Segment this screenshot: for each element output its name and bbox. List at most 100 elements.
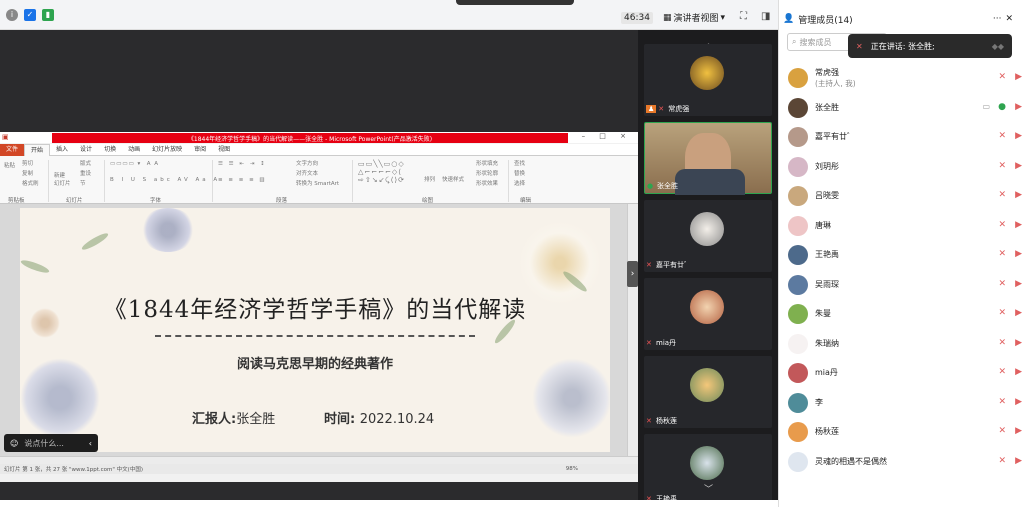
camera-icon[interactable]: ▶	[1015, 308, 1022, 318]
member-row[interactable]: 张全胜 ▭ ● ▶	[788, 96, 1024, 120]
select-button[interactable]: 选择	[514, 180, 525, 188]
horizontal-scrollbar[interactable]	[0, 456, 638, 464]
camera-icon[interactable]: ▶	[1015, 279, 1022, 289]
section-button[interactable]: 节	[80, 180, 86, 188]
member-row[interactable]: 吕晓雯 ✕ ▶	[788, 184, 1024, 208]
member-row[interactable]: 嘉平有廿゛ ✕ ▶	[788, 125, 1024, 149]
fullscreen-icon[interactable]: ⛶	[740, 11, 747, 22]
mic-muted-icon[interactable]: ✕	[998, 131, 1006, 141]
tab-review[interactable]: 审阅	[188, 144, 212, 156]
member-row[interactable]: 李 ✕ ▶	[788, 391, 1024, 415]
vertical-scrollbar[interactable]	[627, 204, 638, 456]
mic-muted-icon[interactable]: ✕	[998, 249, 1006, 259]
chat-input[interactable]: ☺ 说点什么... ‹	[4, 434, 98, 452]
video-tile[interactable]: ✕ 王艳禹	[644, 434, 772, 506]
tab-transitions[interactable]: 切换	[98, 144, 122, 156]
video-tile[interactable]: ✕ mia丹	[644, 278, 772, 350]
format-painter-button[interactable]: 格式刷	[22, 180, 39, 188]
slide[interactable]: 《1844年经济学哲学手稿》的当代解读 阅读马克思早期的经典著作 汇报人:张全胜…	[20, 208, 610, 452]
shield-icon[interactable]: ✓	[24, 8, 36, 21]
camera-icon[interactable]: ▶	[1015, 367, 1022, 377]
zoom-level[interactable]: 98%	[566, 466, 578, 472]
tab-slideshow[interactable]: 幻灯片放映	[146, 144, 188, 156]
smartart-button[interactable]: 转换为 SmartArt	[296, 180, 339, 188]
font-style-buttons[interactable]: B I U S abc AV Aa A	[110, 176, 220, 184]
camera-icon[interactable]: ▶	[1015, 338, 1022, 348]
camera-icon[interactable]: ▶	[1015, 220, 1022, 230]
reset-button[interactable]: 重设	[80, 170, 91, 178]
chevron-left-icon[interactable]: ‹	[89, 439, 92, 448]
mic-muted-icon[interactable]: ✕	[998, 397, 1006, 407]
tab-home[interactable]: 开始	[24, 143, 51, 156]
member-row[interactable]: 杨秋莲 ✕ ▶	[788, 420, 1024, 444]
mic-muted-icon[interactable]: ✕	[998, 72, 1006, 82]
tab-animations[interactable]: 动画	[122, 144, 146, 156]
find-button[interactable]: 查找	[514, 160, 525, 168]
font-controls[interactable]: ▭▭▭▭ ▾ A A	[110, 160, 159, 168]
camera-icon[interactable]: ▶	[1015, 72, 1022, 82]
powerpoint-window: ▣ 《1844年经济学哲学手稿》的当代解读——张全胜 - Microsoft P…	[0, 132, 638, 482]
copy-button[interactable]: 复制	[22, 170, 33, 178]
layout-button[interactable]: 版式	[80, 160, 91, 168]
video-tile[interactable]: ✕ 嘉平有廿゛	[644, 200, 772, 272]
chevron-down-icon[interactable]: ﹀	[704, 482, 713, 495]
mic-muted-icon[interactable]: ✕	[998, 456, 1006, 466]
list-buttons[interactable]: ☰ ☰ ⇤ ⇥ ↕	[218, 160, 267, 168]
more-icon[interactable]: ···	[993, 14, 1002, 24]
mic-on-icon[interactable]: ●	[998, 102, 1006, 112]
video-tile-active[interactable]: ● 张全胜	[644, 122, 772, 195]
shape-fill-button[interactable]: 形状填充	[476, 160, 498, 168]
member-row[interactable]: 灵魂的相遇不是偶然 ✕ ▶	[788, 450, 1024, 474]
camera-icon[interactable]: ▶	[1015, 249, 1022, 259]
presenter-view-button[interactable]: ▦ 演讲者视图 ▾	[663, 11, 725, 25]
camera-icon[interactable]: ▶	[1015, 190, 1022, 200]
tab-insert[interactable]: 插入	[50, 144, 74, 156]
align-buttons[interactable]: ≡ ≡ ≡ ≡ ▥	[218, 176, 267, 184]
replace-button[interactable]: 替换	[514, 170, 525, 178]
collapse-thumbs-button[interactable]: ›	[627, 261, 638, 287]
camera-icon[interactable]: ▶	[1015, 426, 1022, 436]
shape-effects-button[interactable]: 形状效果	[476, 180, 498, 188]
member-row[interactable]: mia丹 ✕ ▶	[788, 361, 1024, 385]
window-controls[interactable]: – □ ×	[582, 132, 632, 140]
member-row[interactable]: 朱瑞纳 ✕ ▶	[788, 332, 1024, 356]
signal-icon[interactable]: ▮	[42, 8, 54, 21]
arrange-button[interactable]: 排列	[424, 176, 435, 184]
paste-button[interactable]: 粘贴	[4, 162, 15, 170]
shapes-gallery[interactable]: ▭▭╲╲▭○◇ △⌐⌐⌐⌐◇⟨ ⇨⇧↘↙⤹⟨⟩⟳	[358, 160, 405, 184]
mic-muted-icon[interactable]: ✕	[998, 220, 1006, 230]
avatar	[788, 245, 808, 265]
text-direction-button[interactable]: 文字方向	[296, 160, 318, 168]
align-text-button[interactable]: 对齐文本	[296, 170, 318, 178]
tab-file[interactable]: 文件	[0, 143, 25, 156]
sidebar-toggle-icon[interactable]: ◨	[761, 11, 770, 22]
camera-icon[interactable]: ▶	[1015, 131, 1022, 141]
member-row[interactable]: 朱曼 ✕ ▶	[788, 302, 1024, 326]
camera-icon[interactable]: ▶	[1015, 456, 1022, 466]
mic-muted-icon[interactable]: ✕	[998, 279, 1006, 289]
member-row[interactable]: 刘玥彤 ✕ ▶	[788, 155, 1024, 179]
member-row[interactable]: 唐琳 ✕ ▶	[788, 214, 1024, 238]
shape-outline-button[interactable]: 形状轮廓	[476, 170, 498, 178]
camera-icon[interactable]: ▶	[1015, 102, 1022, 112]
mic-muted-icon[interactable]: ✕	[998, 308, 1006, 318]
quick-styles-button[interactable]: 快速样式	[442, 176, 464, 184]
member-row[interactable]: 常虎强 (主持人, 我) ✕ ▶	[788, 66, 1024, 90]
mic-muted-icon[interactable]: ✕	[998, 426, 1006, 436]
tab-design[interactable]: 设计	[74, 144, 98, 156]
mic-muted-icon[interactable]: ✕	[998, 161, 1006, 171]
video-tile[interactable]: ✕ 杨秋莲	[644, 356, 772, 428]
camera-icon[interactable]: ▶	[1015, 397, 1022, 407]
close-icon[interactable]: ✕	[1005, 14, 1013, 24]
new-slide-button[interactable]: 新建 幻灯片	[54, 172, 71, 188]
mic-muted-icon[interactable]: ✕	[998, 338, 1006, 348]
mic-muted-icon[interactable]: ✕	[998, 190, 1006, 200]
member-row[interactable]: 王艳禹 ✕ ▶	[788, 243, 1024, 267]
info-icon[interactable]: i	[6, 8, 18, 21]
tab-view[interactable]: 视图	[212, 144, 236, 156]
camera-icon[interactable]: ▶	[1015, 161, 1022, 171]
cut-button[interactable]: 剪切	[22, 160, 33, 168]
video-tile[interactable]: ♟ ✕ 常虎强	[644, 44, 772, 116]
mic-muted-icon[interactable]: ✕	[998, 367, 1006, 377]
member-row[interactable]: 吴雨琛 ✕ ▶	[788, 273, 1024, 297]
